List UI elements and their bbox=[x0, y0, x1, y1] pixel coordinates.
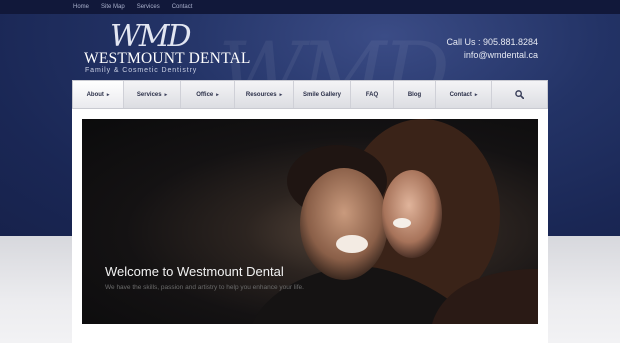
nav-label: Contact bbox=[449, 91, 472, 98]
nav-item-services[interactable]: Services ▸ bbox=[124, 81, 181, 108]
chevron-right-icon: ▸ bbox=[216, 91, 219, 98]
nav-item-about[interactable]: About ▸ bbox=[73, 81, 124, 108]
nav-label: Smile Gallery bbox=[302, 91, 342, 98]
nav-label: About bbox=[86, 91, 104, 98]
hero-banner: Welcome to Westmount Dental We have the … bbox=[82, 119, 538, 324]
logo-tagline: Family & Cosmetic Dentistry bbox=[85, 67, 198, 74]
chevron-right-icon: ▸ bbox=[164, 91, 168, 98]
nav-label: Services bbox=[136, 91, 162, 98]
nav-item-office[interactable]: Office ▸ bbox=[181, 81, 235, 108]
hero-title: Welcome to Westmount Dental bbox=[105, 264, 284, 279]
top-bar: Home Site Map Services Contact bbox=[0, 0, 620, 14]
nav-item-contact[interactable]: Contact ▸ bbox=[436, 81, 492, 108]
logo-monogram: WMD bbox=[110, 19, 192, 54]
search-button[interactable] bbox=[492, 81, 547, 108]
top-links: Home Site Map Services Contact bbox=[73, 2, 192, 12]
nav-item-resources[interactable]: Resources ▸ bbox=[235, 81, 294, 108]
top-link-services[interactable]: Services bbox=[137, 2, 160, 12]
search-icon bbox=[515, 90, 524, 99]
main-nav: About ▸ Services ▸ Office ▸ Resources ▸ Smil… bbox=[72, 80, 548, 109]
contact-email[interactable]: info@wmdental.ca bbox=[446, 49, 538, 62]
chevron-right-icon: ▸ bbox=[106, 91, 110, 98]
nav-item-blog[interactable]: Blog bbox=[394, 81, 436, 108]
site-logo[interactable]: WMD WESTMOUNT DENTAL Family & Cosmetic D… bbox=[84, 19, 250, 76]
nav-label: Blog bbox=[407, 91, 422, 98]
chevron-right-icon: ▸ bbox=[279, 91, 283, 98]
hero-photo bbox=[252, 119, 538, 324]
nav-label: Resources bbox=[245, 91, 277, 98]
nav-item-faq[interactable]: FAQ bbox=[351, 81, 394, 108]
top-link-home[interactable]: Home bbox=[73, 2, 89, 12]
top-link-contact[interactable]: Contact bbox=[172, 2, 193, 12]
top-link-site-map[interactable]: Site Map bbox=[101, 2, 125, 12]
hero-subtitle: We have the skills, passion and artistry… bbox=[105, 284, 304, 291]
chevron-right-icon: ▸ bbox=[474, 91, 478, 98]
nav-label: FAQ bbox=[365, 91, 379, 98]
nav-item-smile-gallery[interactable]: Smile Gallery bbox=[294, 81, 351, 108]
nav-label: Office bbox=[196, 91, 214, 98]
contact-phone: Call Us : 905.881.8284 bbox=[446, 37, 538, 47]
contact-info: Call Us : 905.881.8284 info@wmdental.ca bbox=[446, 36, 538, 62]
